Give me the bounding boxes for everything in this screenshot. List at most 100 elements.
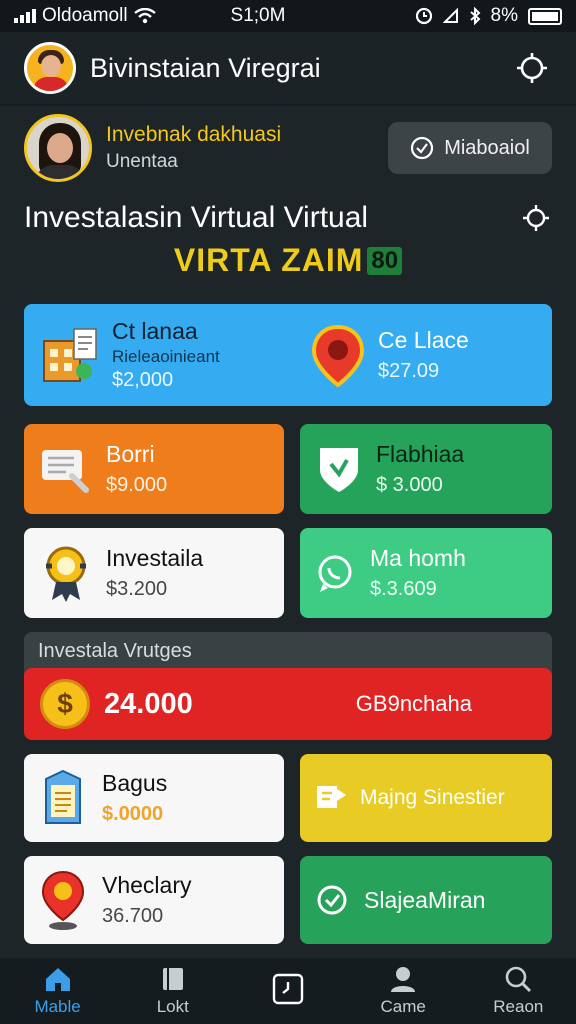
clock-icon <box>272 973 304 1005</box>
user-info: Invebnak dakhuasi Unentaa <box>106 123 388 173</box>
profile-action-label: Miaboaiol <box>444 136 530 159</box>
user-photo[interactable] <box>24 114 92 182</box>
card-value: $ 3.000 <box>376 474 443 496</box>
building-icon <box>43 328 97 382</box>
card-orange-text: Borri $9.000 <box>106 441 167 497</box>
card-title: Investaila <box>106 545 204 571</box>
card-blue-left[interactable]: Ct lanaa Rieleaoinieant $2,000 <box>38 304 298 406</box>
card-blue-left-text: Ct lanaa Rieleaoinieant $2,000 <box>112 318 220 392</box>
avatar[interactable] <box>24 42 76 94</box>
card-green-top-text: Flabhiaa $ 3.000 <box>376 441 464 497</box>
check-circle-icon <box>411 136 434 160</box>
coin-icon: $ <box>40 679 90 729</box>
person-icon <box>391 967 416 992</box>
card-value: $27.09 <box>378 360 440 382</box>
balance-label: GB9nchaha <box>355 691 472 716</box>
search-icon <box>506 966 532 993</box>
home-icon <box>45 968 70 991</box>
card-title: SlajeaMiran <box>364 886 486 913</box>
card-title: Bagus <box>102 770 168 796</box>
card-blue[interactable]: Ct lanaa Rieleaoinieant $2,000 Ce Llace … <box>24 304 552 406</box>
page-title: Bivinstaian Viregrai <box>90 52 321 83</box>
card-yellow[interactable]: Majng Sinestier <box>300 754 552 842</box>
card-green-top[interactable]: Flabhiaa $ 3.000 <box>300 424 552 514</box>
card-title: Borri <box>106 441 155 467</box>
status-time: S1;0M <box>230 5 286 26</box>
card-value: 36.700 <box>102 905 164 927</box>
map-pin-icon <box>41 870 85 930</box>
card-value: $.0000 <box>102 803 164 825</box>
battery-icon <box>528 7 562 25</box>
card-green-mid-text: Ma homh $.3.609 <box>370 545 466 601</box>
card-value: $9.000 <box>106 474 168 496</box>
flag-icon <box>317 786 346 808</box>
book-icon <box>162 968 183 990</box>
user-name: Invebnak dakhuasi <box>106 123 282 146</box>
profile-action-button[interactable]: Miaboaiol <box>388 122 552 174</box>
location-pin-icon <box>311 324 365 387</box>
card-title: Majng Sinestier <box>360 786 505 809</box>
tab-label: Lokt <box>156 997 189 1016</box>
card-title: Ct lanaa <box>112 318 198 344</box>
banner: VIRTA ZAIM 80 <box>0 242 576 279</box>
magnifier-document-icon <box>42 450 89 493</box>
card-blue-right[interactable]: Ce Llace $27.09 <box>310 304 550 406</box>
app-header: Bivinstaian Viregrai <box>0 32 576 106</box>
tab-label: Reaon <box>493 997 544 1016</box>
card-white-top-text: Investaila $3.200 <box>106 545 203 601</box>
card-green-bottom-text: SlajeaMiran <box>364 887 485 914</box>
tab-home[interactable]: Mable <box>8 965 108 1017</box>
card-title: Vheclary <box>102 872 192 898</box>
settings-button[interactable] <box>512 48 552 88</box>
card-white-mid-text: Bagus $.0000 <box>102 770 167 826</box>
alarm-icon <box>415 7 432 25</box>
tab-label: Mable <box>34 997 81 1016</box>
status-right: 8% <box>362 5 562 27</box>
card-orange[interactable]: Borri $9.000 <box>24 424 284 514</box>
balance-bar[interactable]: $ 24.000 GB9nchaha <box>24 668 552 740</box>
card-title: Ma homh <box>370 545 466 571</box>
card-title: Flabhiaa <box>376 441 465 467</box>
status-bar: Oldoamoll S1;0M 8% <box>0 0 576 32</box>
section-title: Investalasin Virtual Virtual <box>24 201 369 234</box>
card-title: Ce Llace <box>378 327 469 353</box>
card-green-mid[interactable]: Ma homh $.3.609 <box>300 528 552 618</box>
crosshair-icon <box>517 53 547 83</box>
refresh-icon <box>317 885 347 915</box>
card-subtitle: Rieleaoinieant <box>112 347 220 366</box>
signal-strength-icon <box>442 8 458 23</box>
tab-clock[interactable] <box>238 973 338 1009</box>
shield-icon <box>320 448 358 492</box>
wifi-icon <box>133 8 156 24</box>
banner-text: VIRTA ZAIM <box>173 242 364 278</box>
signal-icon <box>14 9 36 23</box>
card-white-mid[interactable]: Bagus $.0000 <box>24 754 284 842</box>
user-subtitle: Unentaa <box>106 151 178 172</box>
card-green-bottom[interactable]: SlajeaMiran <box>300 856 552 944</box>
tab-book[interactable]: Lokt <box>123 965 223 1017</box>
target-icon[interactable] <box>520 202 552 234</box>
bottom-tab-bar: Mable Lokt Came Reaon <box>0 958 576 1024</box>
card-value: $2,000 <box>112 369 174 391</box>
card-white-top[interactable]: Investaila $3.200 <box>24 528 284 618</box>
section-header: Investalasin Virtual Virtual <box>24 196 552 240</box>
tab-search[interactable]: Reaon <box>468 965 568 1017</box>
carrier-label: Oldoamoll <box>42 5 128 26</box>
card-blue-right-text: Ce Llace $27.09 <box>378 327 469 383</box>
medal-icon <box>46 546 86 602</box>
card-value: $3.200 <box>106 578 168 600</box>
receipt-icon <box>45 769 81 824</box>
panel-title: Investala Vrutges <box>38 640 192 662</box>
bluetooth-icon <box>469 7 480 25</box>
tab-label: Came <box>380 997 426 1016</box>
card-white-bottom[interactable]: Vheclary 36.700 <box>24 856 284 944</box>
card-value: $.3.609 <box>370 578 437 600</box>
banner-badge: 80 <box>367 246 403 275</box>
chat-bubble-icon <box>318 555 352 592</box>
battery-percent: 8% <box>490 5 518 26</box>
card-yellow-text: Majng Sinestier <box>360 786 505 810</box>
balance-amount: 24.000 <box>104 687 193 720</box>
card-white-bottom-text: Vheclary 36.700 <box>102 872 191 928</box>
tab-person[interactable]: Came <box>353 965 453 1017</box>
user-profile-row: Invebnak dakhuasi Unentaa Miaboaiol <box>24 112 552 184</box>
